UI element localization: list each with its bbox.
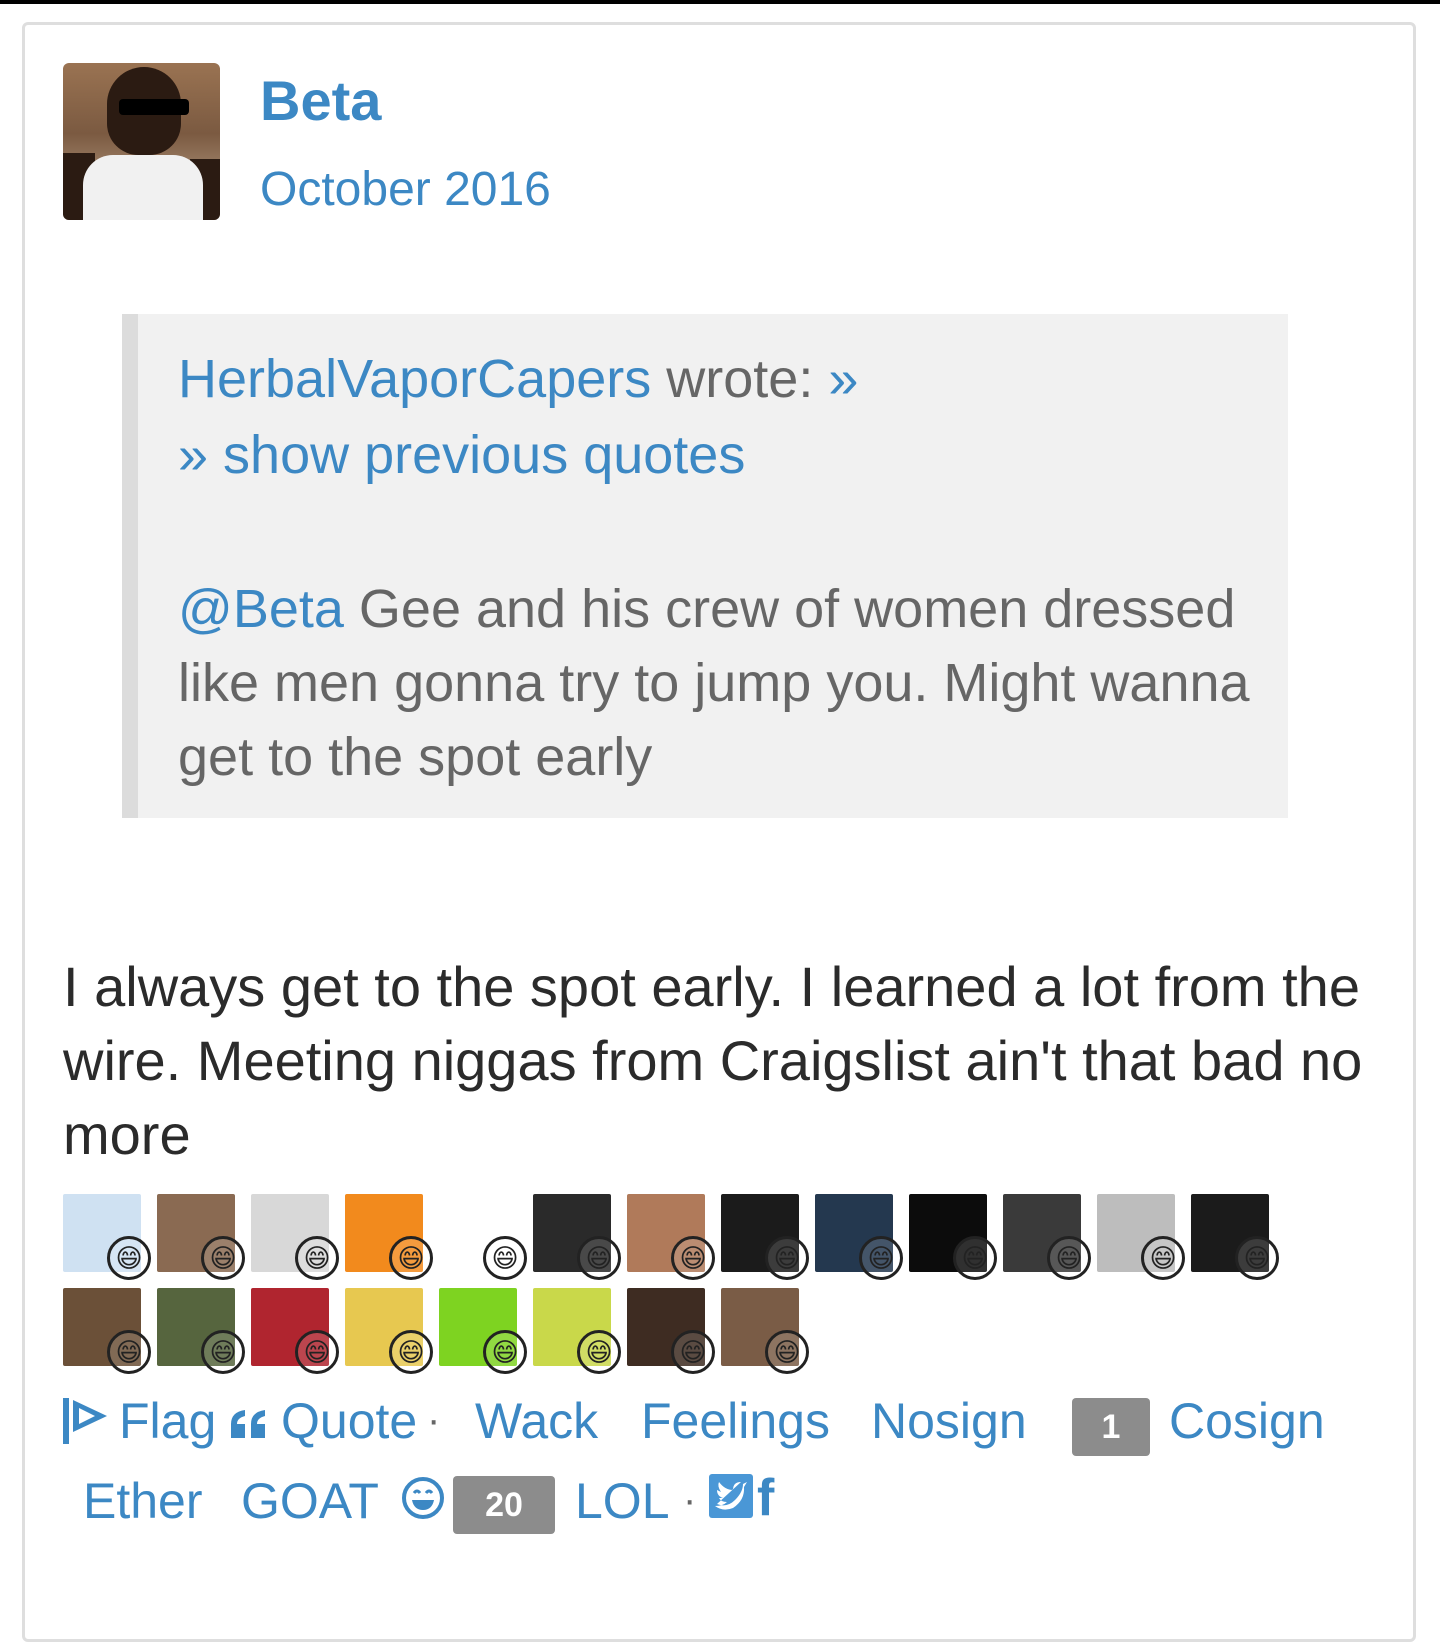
reactor-avatar[interactable]: 😄 (439, 1288, 527, 1374)
lol-reaction-badge-icon: 😄 (1047, 1236, 1091, 1280)
reaction-cosign[interactable]: Cosign (1169, 1392, 1325, 1450)
lol-reaction-badge-icon: 😄 (483, 1236, 527, 1280)
quote-header: HerbalVaporCapers wrote: » (178, 348, 858, 410)
lol-count-badge: 20 (453, 1476, 555, 1534)
user-avatar[interactable] (63, 63, 220, 220)
flag-link[interactable]: Flag (119, 1392, 216, 1450)
show-previous-quotes-link[interactable]: » show previous quotes (178, 424, 745, 486)
reactor-avatar[interactable]: 😄 (345, 1194, 433, 1280)
reactor-avatar[interactable]: 😄 (157, 1194, 245, 1280)
reaction-lol[interactable]: LOL (575, 1472, 670, 1530)
quote-wrote-label: wrote: (666, 349, 814, 409)
lol-reaction-badge-icon: 😄 (671, 1236, 715, 1280)
reactor-avatar[interactable]: 😄 (627, 1194, 715, 1280)
mention-link[interactable]: @Beta (178, 579, 344, 639)
lol-reaction-badge-icon: 😄 (201, 1330, 245, 1374)
reactor-avatar[interactable]: 😄 (533, 1288, 621, 1374)
lol-reaction-badge-icon: 😄 (295, 1330, 339, 1374)
facebook-share-icon[interactable]: f (757, 1468, 774, 1528)
reaction-ether[interactable]: Ether (83, 1472, 203, 1530)
reactor-avatar[interactable]: 😄 (439, 1194, 527, 1280)
lol-smile-icon[interactable] (401, 1476, 445, 1520)
quote-author-link[interactable]: HerbalVaporCapers (178, 349, 651, 409)
reactor-avatar[interactable]: 😄 (63, 1288, 151, 1374)
reactor-avatar[interactable]: 😄 (63, 1194, 151, 1280)
flag-icon[interactable] (63, 1396, 109, 1446)
lol-reaction-badge-icon: 😄 (859, 1236, 903, 1280)
lol-reaction-badge-icon: 😄 (389, 1330, 433, 1374)
lol-reaction-badge-icon: 😄 (295, 1236, 339, 1280)
reactor-avatar[interactable]: 😄 (251, 1288, 339, 1374)
cosign-count-badge: 1 (1072, 1398, 1150, 1456)
lol-reaction-badge-icon: 😄 (953, 1236, 997, 1280)
reaction-feelings[interactable]: Feelings (641, 1392, 830, 1450)
quote-icon[interactable] (229, 1408, 269, 1440)
reactor-avatar[interactable]: 😄 (1191, 1194, 1279, 1280)
reactor-avatar[interactable]: 😄 (721, 1288, 809, 1374)
quote-link[interactable]: Quote (281, 1392, 417, 1450)
separator-dot-2: · (683, 1478, 697, 1522)
post-body-text: I always get to the spot early. I learne… (63, 955, 1363, 1166)
lol-reaction-badge-icon: 😄 (765, 1330, 809, 1374)
action-bar: Flag Quote · Wack Feelings Nosign 1 Cosi… (63, 1390, 1383, 1550)
username-link[interactable]: Beta (260, 68, 381, 133)
post-date-link[interactable]: October 2016 (260, 162, 551, 217)
lol-reaction-badge-icon: 😄 (1141, 1236, 1185, 1280)
twitter-share-icon[interactable] (709, 1474, 753, 1518)
reactor-avatar[interactable]: 😄 (627, 1288, 715, 1374)
reactor-avatar[interactable]: 😄 (533, 1194, 621, 1280)
top-border (0, 0, 1440, 4)
lol-reaction-badge-icon: 😄 (577, 1236, 621, 1280)
reactor-avatar[interactable]: 😄 (909, 1194, 997, 1280)
quote-jump-link[interactable]: » (828, 349, 858, 409)
lol-reaction-badge-icon: 😄 (765, 1236, 809, 1280)
lol-reaction-badge-icon: 😄 (483, 1330, 527, 1374)
lol-reaction-badge-icon: 😄 (1235, 1236, 1279, 1280)
reaction-wack[interactable]: Wack (475, 1392, 598, 1450)
separator-dot: · (427, 1398, 441, 1442)
lol-reaction-badge-icon: 😄 (107, 1236, 151, 1280)
lol-reaction-badge-icon: 😄 (107, 1330, 151, 1374)
reactor-avatar[interactable]: 😄 (721, 1194, 809, 1280)
reactor-avatar[interactable]: 😄 (1097, 1194, 1185, 1280)
reaction-nosign[interactable]: Nosign (871, 1392, 1027, 1450)
reactor-avatar[interactable]: 😄 (157, 1288, 245, 1374)
lol-reaction-badge-icon: 😄 (389, 1236, 433, 1280)
reactor-avatar[interactable]: 😄 (345, 1288, 433, 1374)
lol-reaction-badge-icon: 😄 (201, 1236, 245, 1280)
reaction-goat[interactable]: GOAT (241, 1472, 379, 1530)
quote-body: @Beta Gee and his crew of women dressed … (178, 572, 1258, 794)
reactor-avatar[interactable]: 😄 (251, 1194, 339, 1280)
blockquote: HerbalVaporCapers wrote: » » show previo… (122, 314, 1288, 818)
lol-reaction-badge-icon: 😄 (671, 1330, 715, 1374)
lol-reaction-badge-icon: 😄 (577, 1330, 621, 1374)
reactor-avatar[interactable]: 😄 (1003, 1194, 1091, 1280)
reactor-avatar[interactable]: 😄 (815, 1194, 903, 1280)
